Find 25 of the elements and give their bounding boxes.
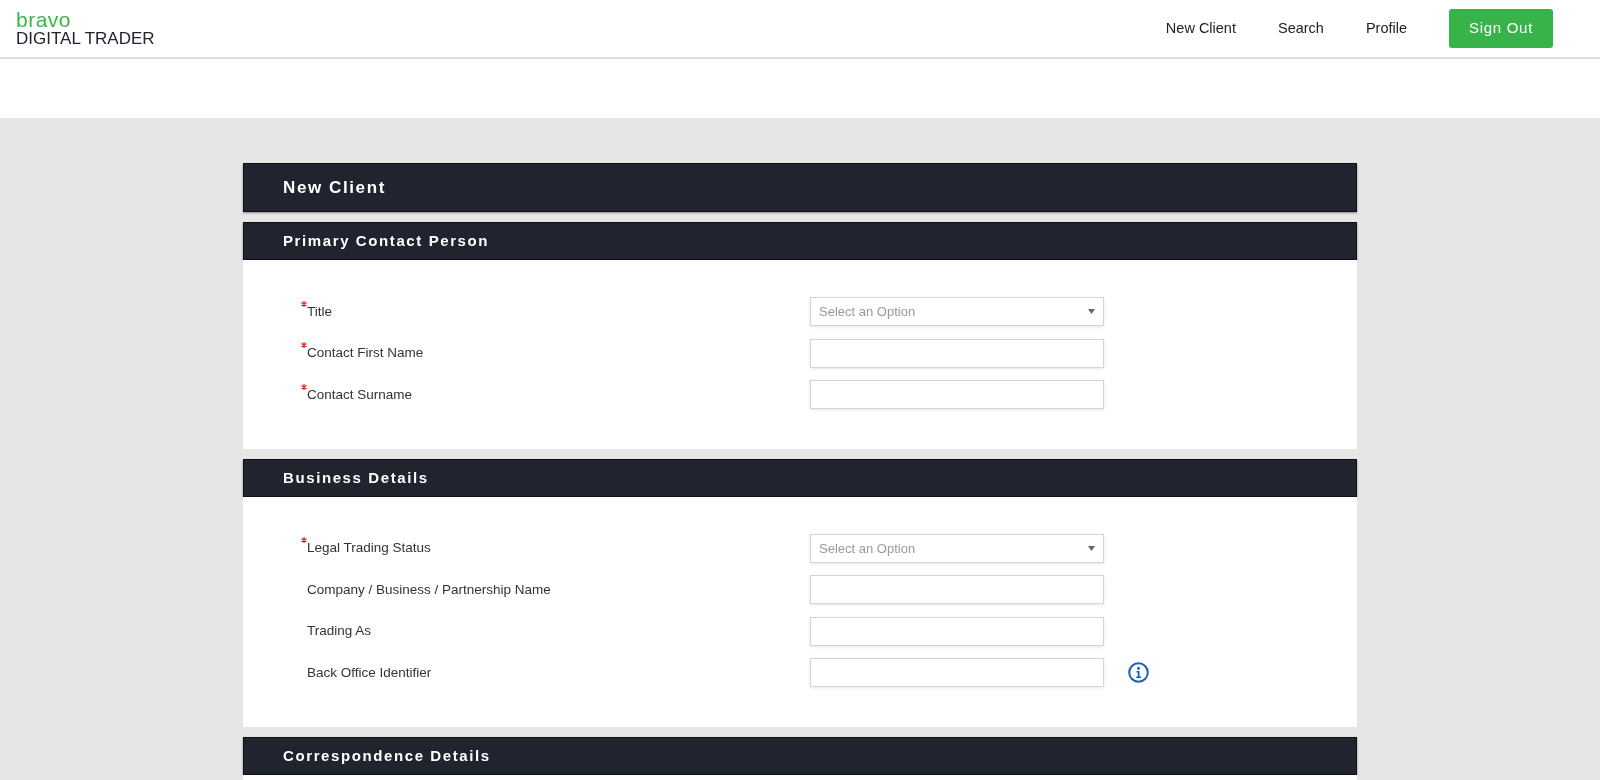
field-label: Back Office Identifier <box>307 663 432 682</box>
caret-icon <box>1088 309 1095 315</box>
input-field[interactable] <box>810 575 1104 605</box>
info-icon[interactable] <box>1128 662 1149 684</box>
field-label: Legal Trading Status <box>307 539 431 558</box>
section-header: Business Details <box>243 458 1357 497</box>
nav-link[interactable]: New Client <box>1165 17 1236 40</box>
nav-link[interactable]: Search <box>1277 17 1324 40</box>
field-label: Title <box>307 302 332 321</box>
section-header: Correspondence Details <box>243 736 1357 775</box>
field-label: Contact Surname <box>307 385 413 404</box>
section-header: Primary Contact Person <box>243 222 1357 260</box>
logo[interactable]: bravo DIGITAL TRADER <box>16 9 155 48</box>
input-field[interactable] <box>810 616 1104 646</box>
input-field[interactable] <box>810 658 1104 688</box>
field-label: Company / Business / Partnership Name <box>307 580 551 599</box>
input-field[interactable] <box>810 338 1104 368</box>
field-label: Trading As <box>307 622 372 641</box>
brand-wordmark: bravo <box>16 9 73 30</box>
nav-link[interactable]: Profile <box>1365 17 1408 40</box>
brand-tagline: DIGITAL TRADER <box>16 29 155 48</box>
caret-icon <box>1088 545 1095 551</box>
page-title: New Client <box>243 163 1357 212</box>
field-label: Contact First Name <box>307 344 424 363</box>
input-field[interactable] <box>810 380 1104 410</box>
